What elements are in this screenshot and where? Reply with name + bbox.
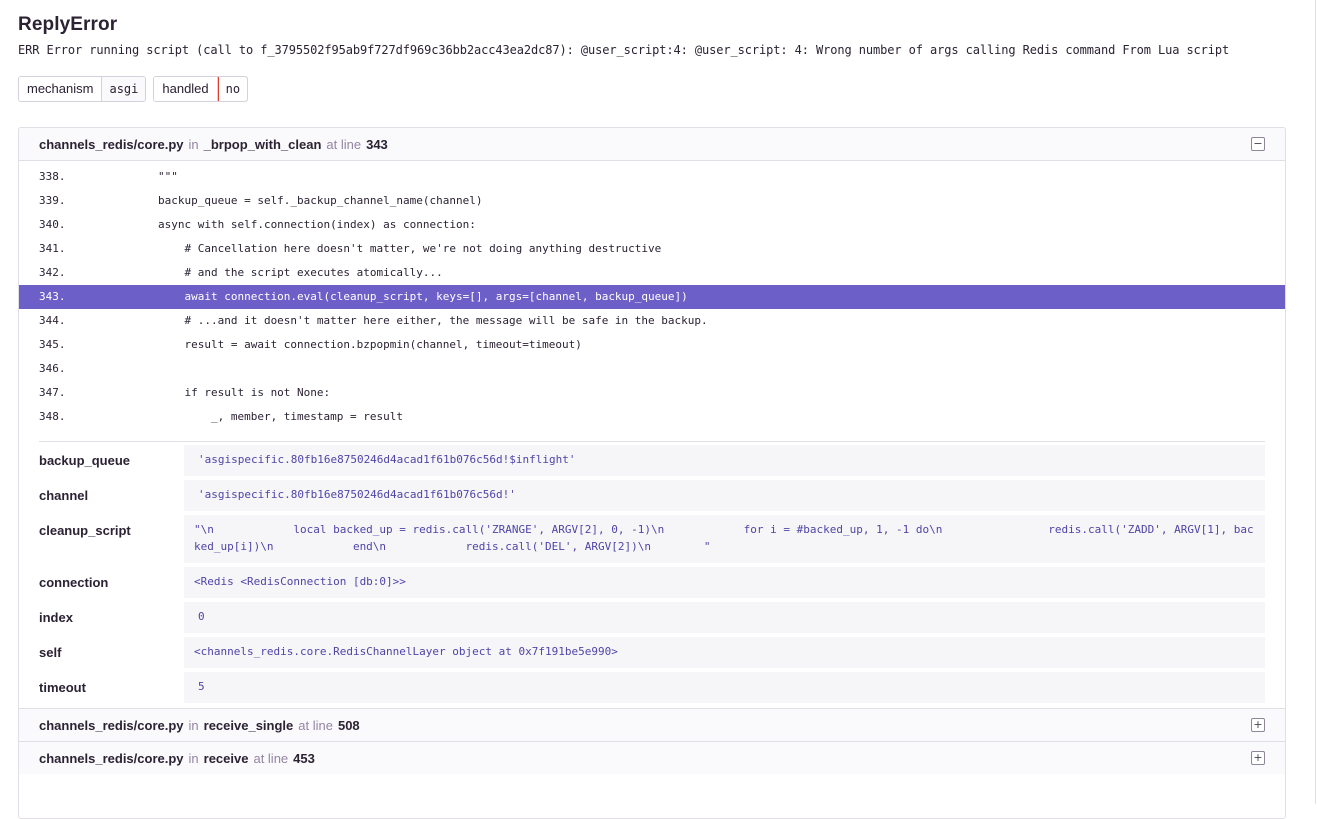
line-number: 343.: [39, 290, 66, 303]
variable-name: self: [39, 645, 62, 660]
code-line: 342. # and the script executes atomicall…: [19, 261, 1285, 285]
variable-row: timeout 5: [39, 669, 1265, 704]
variable-name: channel: [39, 488, 89, 503]
line-source: await connection.eval(cleanup_script, ke…: [105, 290, 688, 303]
frame-filename: channels_redis/core.py: [39, 717, 184, 733]
frame-in-label: in: [188, 750, 199, 766]
code-line: 347. if result is not None:: [19, 381, 1285, 405]
variable-name: cleanup_script: [39, 523, 131, 538]
code-line: 341. # Cancellation here doesn't matter,…: [19, 237, 1285, 261]
variable-value: 'asgispecific.80fb16e8750246d4acad1f61b0…: [184, 445, 1265, 476]
variable-row: self <channels_redis.core.RedisChannelLa…: [39, 634, 1265, 669]
line-source: [105, 357, 1285, 381]
line-source: if result is not None:: [105, 386, 331, 399]
exception-title: ReplyError: [18, 14, 118, 35]
code-line: 339. backup_queue = self._backup_channel…: [19, 189, 1285, 213]
stack-trace: channels_redis/core.py in _brpop_with_cl…: [18, 127, 1286, 819]
line-source: # and the script executes atomically...: [105, 266, 443, 279]
code-line: 344. # ...and it doesn't matter here eit…: [19, 309, 1285, 333]
collapse-frame-icon[interactable]: −: [1251, 137, 1265, 151]
variable-value: 0: [184, 602, 1265, 633]
variable-value: "\n local backed_up = redis.call('ZRANGE…: [184, 515, 1265, 563]
frame-line-number: 453: [293, 750, 315, 766]
frame-header-collapsed[interactable]: channels_redis/core.py in receive at lin…: [19, 741, 1285, 774]
line-number: 348.: [39, 410, 66, 423]
variable-value: <channels_redis.core.RedisChannelLayer o…: [184, 637, 1265, 668]
tag-value: asgi: [102, 77, 146, 101]
code-context: 338. """ 339. backup_queue = self._backu…: [19, 161, 1285, 429]
frame-function: _brpop_with_clean: [203, 136, 322, 152]
frame-at-line-label: at line: [298, 717, 333, 733]
line-number: 342.: [39, 266, 66, 279]
exception-tags: mechanism asgi handled no: [18, 76, 255, 102]
variable-row: connection <Redis <RedisConnection [db:0…: [39, 564, 1265, 599]
code-line: 345. result = await connection.bzpopmin(…: [19, 333, 1285, 357]
code-line: 340. async with self.connection(index) a…: [19, 213, 1285, 237]
page-edge-divider: [1315, 0, 1316, 804]
line-source: """: [105, 170, 178, 183]
frame-line-number: 343: [366, 136, 388, 152]
code-line-highlighted: 343. await connection.eval(cleanup_scrip…: [19, 285, 1285, 309]
line-number: 347.: [39, 386, 66, 399]
local-variables-table: backup_queue 'asgispecific.80fb16e875024…: [39, 441, 1265, 704]
code-line: 338. """: [19, 165, 1285, 189]
variable-value: 5: [184, 672, 1265, 703]
frame-in-label: in: [188, 717, 199, 733]
expand-frame-icon[interactable]: +: [1251, 751, 1265, 765]
variable-row: backup_queue 'asgispecific.80fb16e875024…: [39, 442, 1265, 477]
variable-row: channel 'asgispecific.80fb16e8750246d4ac…: [39, 477, 1265, 512]
line-number: 340.: [39, 218, 66, 231]
line-source: result = await connection.bzpopmin(chann…: [105, 338, 582, 351]
line-number: 345.: [39, 338, 66, 351]
frame-filename: channels_redis/core.py: [39, 750, 184, 766]
line-number: 341.: [39, 242, 66, 255]
line-source: # ...and it doesn't matter here either, …: [105, 314, 708, 327]
line-number: 339.: [39, 194, 66, 207]
variable-row: index 0: [39, 599, 1265, 634]
line-source: backup_queue = self._backup_channel_name…: [105, 194, 483, 207]
expand-frame-icon[interactable]: +: [1251, 718, 1265, 732]
line-number: 344.: [39, 314, 66, 327]
frame-header-collapsed[interactable]: channels_redis/core.py in receive_single…: [19, 708, 1285, 741]
variable-name: backup_queue: [39, 453, 131, 468]
line-source: # Cancellation here doesn't matter, we'r…: [105, 242, 662, 255]
frame-at-line-label: at line: [253, 750, 289, 766]
line-source: async with self.connection(index) as con…: [105, 218, 476, 231]
frame-at-line-label: at line: [326, 136, 362, 152]
tag-handled[interactable]: handled no: [153, 76, 249, 102]
code-line: 346.: [19, 357, 1285, 381]
code-line: 348. _, member, timestamp = result: [19, 405, 1285, 429]
variable-value: 'asgispecific.80fb16e8750246d4acad1f61b0…: [184, 480, 1265, 511]
tag-key: mechanism: [19, 77, 103, 101]
frame-filename: channels_redis/core.py: [39, 136, 184, 152]
frame-function: receive_single: [203, 717, 294, 733]
variable-name: timeout: [39, 680, 86, 695]
exception-message: ERR Error running script (call to f_3795…: [18, 43, 1230, 57]
variable-name: connection: [39, 575, 109, 590]
frame-function: receive: [203, 750, 249, 766]
tag-value: no: [217, 77, 248, 101]
line-number: 346.: [39, 362, 66, 375]
tag-mechanism[interactable]: mechanism asgi: [18, 76, 147, 102]
frame-line-number: 508: [337, 717, 360, 733]
frame-in-label: in: [188, 136, 199, 152]
variable-row: cleanup_script "\n local backed_up = red…: [39, 512, 1265, 564]
variable-name: index: [39, 610, 73, 625]
tag-key: handled: [154, 77, 218, 101]
frame-header-expanded[interactable]: channels_redis/core.py in _brpop_with_cl…: [19, 128, 1285, 161]
variable-value: <Redis <RedisConnection [db:0]>>: [184, 567, 1265, 598]
line-number: 338.: [39, 170, 66, 183]
line-source: _, member, timestamp = result: [105, 410, 404, 423]
